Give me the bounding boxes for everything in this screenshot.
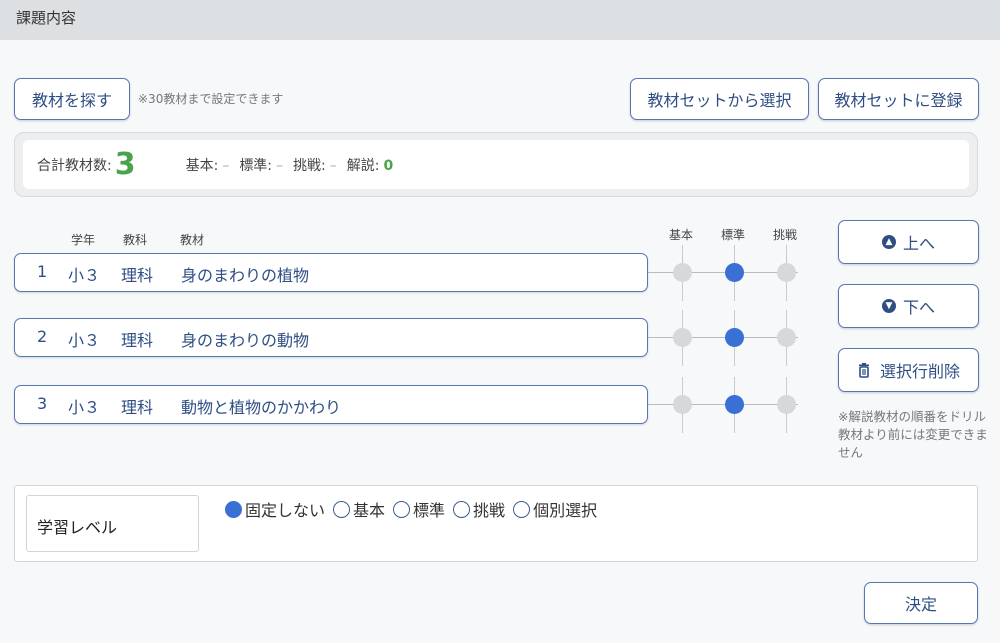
move-up-label: 上へ bbox=[902, 234, 935, 253]
move-down-label: 下へ bbox=[902, 298, 935, 317]
learning-level-radio-group: 固定しない 基本 標準 挑戦 個別選択 bbox=[225, 497, 605, 521]
level-selector bbox=[648, 377, 798, 433]
radio-label: 標準 bbox=[413, 501, 446, 520]
level-dot-challenge[interactable] bbox=[777, 263, 796, 282]
summary-explanation: 解説: 0 bbox=[347, 155, 393, 175]
row-subject: 理科 bbox=[121, 266, 154, 285]
row-material-title: 動物と植物のかかわり bbox=[181, 398, 342, 417]
arrow-up-circle-icon: ▲ bbox=[881, 235, 896, 249]
level-header-challenge: 挑戦 bbox=[773, 228, 798, 242]
radio-individual[interactable]: 個別選択 bbox=[513, 497, 597, 521]
learning-level-panel: 学習レベル 固定しない 基本 標準 挑戦 個別選択 bbox=[14, 485, 978, 562]
radio-challenge[interactable]: 挑戦 bbox=[453, 497, 505, 521]
level-dot-basic[interactable] bbox=[673, 328, 692, 347]
level-dot-basic[interactable] bbox=[673, 395, 692, 414]
summary-challenge-label: 挑戦: bbox=[293, 157, 326, 174]
radio-basic[interactable]: 基本 bbox=[333, 497, 385, 521]
level-track-line bbox=[648, 404, 798, 405]
delete-selected-rows-button[interactable]: 選択行削除 bbox=[838, 348, 979, 392]
row-number: 1 bbox=[37, 262, 48, 281]
radio-label: 固定しない bbox=[245, 501, 326, 520]
radio-label: 挑戦 bbox=[473, 501, 506, 520]
row-number: 3 bbox=[37, 394, 48, 413]
material-row[interactable]: 3 小３ 理科 動物と植物のかかわり bbox=[14, 385, 648, 424]
summary-explanation-value: 0 bbox=[383, 157, 394, 174]
move-down-button[interactable]: ▼ 下へ bbox=[838, 284, 979, 328]
radio-not-fixed[interactable]: 固定しない bbox=[225, 497, 325, 521]
confirm-button[interactable]: 決定 bbox=[864, 582, 978, 624]
level-dot-standard[interactable] bbox=[725, 328, 744, 347]
register-to-set-button[interactable]: 教材セットに登録 bbox=[818, 78, 979, 120]
select-from-set-button[interactable]: 教材セットから選択 bbox=[630, 78, 809, 120]
summary-standard-value: – bbox=[276, 157, 284, 174]
row-grade: 小３ bbox=[68, 398, 101, 417]
material-summary: 合計教材数: 3 基本: – 標準: – 挑戦: – 解説: 0 bbox=[23, 140, 969, 189]
level-selector bbox=[648, 310, 798, 366]
radio-button[interactable] bbox=[225, 500, 242, 518]
learning-level-label: 学習レベル bbox=[26, 495, 199, 552]
summary-basic: 基本: – bbox=[186, 155, 230, 175]
section-title-bar: 課題内容 bbox=[0, 0, 1000, 40]
level-track-line bbox=[648, 337, 798, 338]
column-header-material: 教材 bbox=[180, 233, 205, 247]
radio-button[interactable] bbox=[453, 500, 471, 518]
section-title: 課題内容 bbox=[16, 9, 77, 27]
radio-label: 個別選択 bbox=[533, 501, 598, 520]
level-dot-standard[interactable] bbox=[725, 263, 744, 282]
level-header-standard: 標準 bbox=[721, 228, 746, 242]
column-header-grade: 学年 bbox=[71, 233, 96, 247]
level-dot-standard[interactable] bbox=[725, 395, 744, 414]
level-dot-challenge[interactable] bbox=[777, 328, 796, 347]
summary-basic-value: – bbox=[222, 157, 230, 174]
column-header-subject: 教科 bbox=[123, 233, 148, 247]
move-up-button[interactable]: ▲ 上へ bbox=[838, 220, 979, 264]
level-header-basic: 基本 bbox=[669, 228, 694, 242]
arrow-down-circle-icon: ▼ bbox=[881, 299, 896, 313]
level-selector bbox=[648, 245, 798, 301]
level-dot-basic[interactable] bbox=[673, 263, 692, 282]
explanation-order-note: ※解説教材の順番をドリル教材より前には変更できません bbox=[838, 409, 988, 460]
row-material-title: 身のまわりの動物 bbox=[181, 331, 310, 350]
search-materials-button[interactable]: 教材を探す bbox=[14, 78, 130, 120]
level-dot-challenge[interactable] bbox=[777, 395, 796, 414]
row-number: 2 bbox=[37, 327, 48, 346]
total-materials-count: 3 bbox=[114, 146, 136, 182]
radio-standard[interactable]: 標準 bbox=[393, 497, 445, 521]
summary-challenge: 挑戦: – bbox=[293, 155, 337, 175]
radio-button[interactable] bbox=[333, 500, 351, 518]
total-materials-label: 合計教材数: bbox=[37, 157, 112, 174]
material-row[interactable]: 1 小３ 理科 身のまわりの植物 bbox=[14, 253, 648, 292]
material-row[interactable]: 2 小３ 理科 身のまわりの動物 bbox=[14, 318, 648, 357]
trash-icon bbox=[858, 362, 869, 378]
summary-challenge-value: – bbox=[329, 157, 337, 174]
level-track-line bbox=[648, 272, 798, 273]
row-subject: 理科 bbox=[121, 398, 154, 417]
row-grade: 小３ bbox=[68, 331, 101, 350]
row-subject: 理科 bbox=[121, 331, 154, 350]
summary-basic-label: 基本: bbox=[185, 157, 219, 174]
summary-standard: 標準: – bbox=[239, 155, 283, 175]
row-material-title: 身のまわりの植物 bbox=[181, 266, 310, 285]
material-limit-note: ※30教材まで設定できます bbox=[138, 92, 284, 106]
material-summary-panel: 合計教材数: 3 基本: – 標準: – 挑戦: – 解説: 0 bbox=[14, 132, 978, 197]
summary-explanation-label: 解説: bbox=[346, 157, 380, 174]
summary-standard-label: 標準: bbox=[239, 157, 273, 174]
radio-button[interactable] bbox=[513, 500, 531, 518]
delete-label: 選択行削除 bbox=[879, 362, 960, 381]
row-grade: 小３ bbox=[68, 266, 101, 285]
radio-label: 基本 bbox=[353, 501, 386, 520]
radio-button[interactable] bbox=[393, 500, 411, 518]
